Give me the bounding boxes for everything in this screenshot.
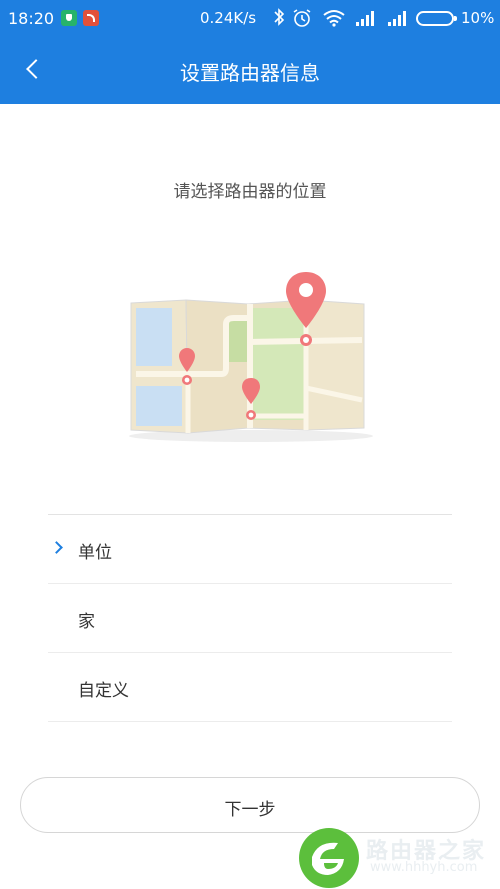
battery-level: 10% bbox=[461, 9, 495, 27]
bluetooth-icon bbox=[274, 8, 285, 26]
option-label: 自定义 bbox=[78, 681, 129, 701]
watermark-url: www.hhhyh.com bbox=[370, 860, 478, 875]
option-home[interactable]: 家 bbox=[48, 584, 452, 653]
option-custom[interactable]: 自定义 bbox=[48, 653, 452, 722]
status-time: 18:20 bbox=[8, 9, 55, 28]
network-speed: 0.24K/s bbox=[200, 9, 257, 27]
map-illustration bbox=[129, 272, 373, 442]
signal-icon bbox=[388, 11, 406, 26]
option-work[interactable]: 单位 bbox=[48, 515, 452, 584]
wifi-app-icon bbox=[83, 10, 99, 26]
option-label: 单位 bbox=[78, 543, 112, 563]
shield-app-icon bbox=[61, 10, 77, 26]
location-prompt: 请选择路由器的位置 bbox=[173, 182, 327, 202]
location-options: 单位 家 自定义 bbox=[48, 514, 452, 722]
app-header: 18:20 0.24K/s 10% 设置路由器信息 bbox=[0, 0, 500, 104]
status-bar: 18:20 0.24K/s 10% bbox=[0, 0, 500, 36]
next-button[interactable]: 下一步 bbox=[20, 777, 480, 833]
chevron-right-icon bbox=[52, 543, 62, 553]
watermark-logo bbox=[299, 828, 359, 888]
signal-icon bbox=[356, 11, 374, 26]
wifi-icon bbox=[323, 10, 345, 27]
battery-icon bbox=[416, 11, 457, 26]
page-title: 设置路由器信息 bbox=[180, 61, 320, 85]
alarm-icon bbox=[293, 9, 311, 27]
next-button-label: 下一步 bbox=[224, 800, 276, 820]
option-label: 家 bbox=[78, 612, 95, 632]
